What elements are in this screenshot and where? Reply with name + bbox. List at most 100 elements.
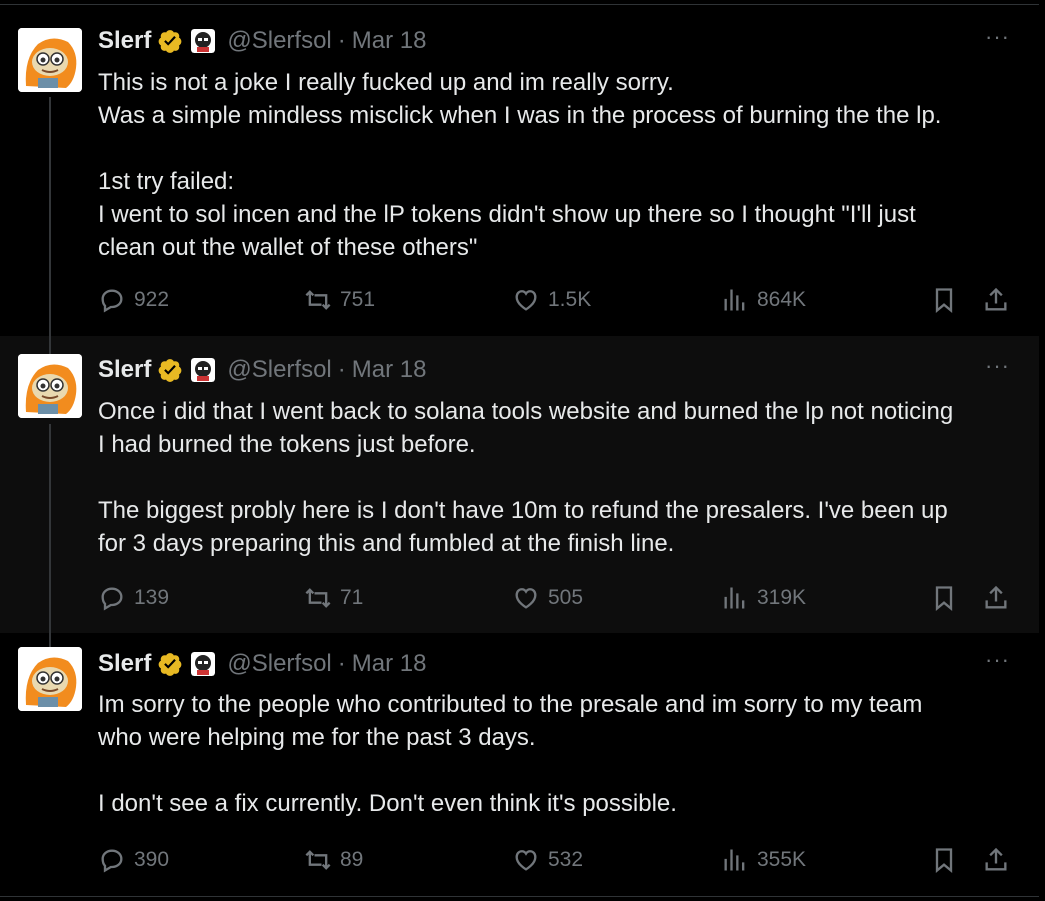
reply-button[interactable]: 139 bbox=[98, 582, 169, 614]
text-line: 1st try failed: bbox=[98, 168, 235, 195]
gold-check-icon bbox=[158, 653, 182, 676]
reply-button[interactable]: 922 bbox=[98, 284, 169, 316]
bookmark-icon bbox=[935, 586, 953, 611]
repost-button[interactable]: 89 bbox=[304, 844, 363, 876]
affiliate-badge-icon[interactable] bbox=[191, 358, 216, 382]
text-line: Im sorry to the people who contributed t… bbox=[98, 691, 923, 718]
separator: · bbox=[337, 27, 346, 54]
share-button[interactable] bbox=[982, 284, 1010, 316]
like-count: 505 bbox=[548, 586, 584, 609]
repost-count: 89 bbox=[340, 848, 364, 871]
affiliate-badge-icon[interactable] bbox=[191, 29, 216, 53]
avatar[interactable] bbox=[18, 354, 82, 418]
tweet-actions: 390 89 532 355K bbox=[98, 844, 1018, 876]
share-icon bbox=[985, 585, 1007, 609]
reply-icon bbox=[101, 587, 123, 611]
views-button[interactable]: 355K bbox=[721, 844, 806, 876]
text-line: who were helping me for the past 3 days. bbox=[98, 724, 536, 751]
more-options-icon[interactable]: ··· bbox=[985, 26, 1009, 52]
author-handle[interactable]: @Slerfsol bbox=[227, 650, 331, 678]
share-button[interactable] bbox=[982, 844, 1010, 876]
author-name[interactable]: Slerf bbox=[98, 27, 151, 55]
view-count: 355K bbox=[757, 848, 807, 871]
like-button[interactable]: 505 bbox=[512, 582, 583, 614]
tweet-3[interactable]: Slerf @Slerfsol · Mar 18 ··· Im sorry to… bbox=[0, 633, 1039, 896]
author-handle[interactable]: @Slerfsol bbox=[227, 27, 331, 55]
tweet-header: Slerf @Slerfsol · Mar 18 ··· bbox=[98, 26, 1039, 55]
text-line: clean out the wallet of these others" bbox=[98, 234, 478, 261]
heart-icon bbox=[515, 588, 537, 609]
repost-icon bbox=[305, 588, 331, 608]
tweet-2[interactable]: Slerf @Slerfsol · Mar 18 ··· Once i did … bbox=[0, 336, 1039, 633]
tweet-date[interactable]: Mar 18 bbox=[352, 356, 427, 384]
heart-icon bbox=[515, 850, 537, 871]
tweet-date[interactable]: Mar 18 bbox=[352, 27, 427, 55]
repost-icon bbox=[305, 850, 331, 870]
tweet-text: Im sorry to the people who contributed t… bbox=[98, 688, 1018, 820]
like-count: 1.5K bbox=[548, 288, 592, 311]
author-name[interactable]: Slerf bbox=[98, 650, 151, 678]
repost-button[interactable]: 751 bbox=[304, 284, 375, 316]
analytics-icon bbox=[724, 587, 745, 609]
separator: · bbox=[337, 356, 346, 383]
tweet-actions: 922 751 1.5K 864K bbox=[98, 284, 1018, 316]
text-line: The biggest probly here is I don't have … bbox=[98, 497, 948, 524]
author-handle[interactable]: @Slerfsol bbox=[227, 356, 331, 384]
tweet-header: Slerf @Slerfsol · Mar 18 ··· bbox=[98, 649, 1039, 678]
views-button[interactable]: 864K bbox=[721, 284, 806, 316]
text-line: Once i did that I went back to solana to… bbox=[98, 398, 954, 425]
tweet-header: Slerf @Slerfsol · Mar 18 ··· bbox=[98, 355, 1039, 384]
separator: · bbox=[337, 650, 346, 677]
reply-button[interactable]: 390 bbox=[98, 844, 169, 876]
more-options-icon[interactable]: ··· bbox=[985, 355, 1009, 381]
tweet-text: This is not a joke I really fucked up an… bbox=[98, 66, 1018, 264]
heart-icon bbox=[515, 290, 537, 311]
bookmark-button[interactable] bbox=[930, 582, 958, 614]
tweet-text: Once i did that I went back to solana to… bbox=[98, 395, 1018, 560]
share-button[interactable] bbox=[982, 582, 1010, 614]
tweet-actions: 139 71 505 319K bbox=[98, 582, 1018, 614]
reply-icon bbox=[101, 849, 123, 873]
reply-count: 139 bbox=[134, 586, 170, 609]
views-button[interactable]: 319K bbox=[721, 582, 806, 614]
analytics-icon bbox=[724, 849, 745, 871]
repost-icon bbox=[305, 290, 331, 310]
text-line: This is not a joke I really fucked up an… bbox=[98, 69, 674, 96]
like-button[interactable]: 532 bbox=[512, 844, 583, 876]
text-line: Was a simple mindless misclick when I wa… bbox=[98, 102, 942, 129]
more-options-icon[interactable]: ··· bbox=[985, 649, 1009, 675]
avatar[interactable] bbox=[18, 647, 82, 711]
bookmark-button[interactable] bbox=[930, 284, 958, 316]
share-icon bbox=[985, 847, 1007, 871]
text-line: I went to sol incen and the lP tokens di… bbox=[98, 201, 916, 228]
thread-page: Slerf @Slerfsol · Mar 18 ··· This is not… bbox=[0, 0, 1045, 901]
share-icon bbox=[985, 287, 1007, 311]
author-name[interactable]: Slerf bbox=[98, 356, 151, 384]
reply-icon bbox=[101, 289, 123, 313]
thread-connector bbox=[49, 97, 51, 336]
gold-check-icon bbox=[158, 30, 182, 53]
repost-button[interactable]: 71 bbox=[304, 582, 363, 614]
tweet-1[interactable]: Slerf @Slerfsol · Mar 18 ··· This is not… bbox=[0, 5, 1039, 336]
affiliate-badge-icon[interactable] bbox=[191, 652, 216, 676]
bookmark-icon bbox=[935, 288, 953, 313]
like-count: 532 bbox=[548, 848, 584, 871]
reply-count: 922 bbox=[134, 288, 170, 311]
reply-count: 390 bbox=[134, 848, 170, 871]
bottom-divider bbox=[0, 896, 1039, 897]
thread-connector bbox=[49, 336, 51, 354]
text-line: I don't see a fix currently. Don't even … bbox=[98, 790, 677, 817]
tweet-date[interactable]: Mar 18 bbox=[352, 650, 427, 678]
avatar[interactable] bbox=[18, 28, 82, 92]
repost-count: 71 bbox=[340, 586, 364, 609]
bookmark-icon bbox=[935, 848, 953, 873]
gold-check-icon bbox=[158, 359, 182, 382]
text-line: for 3 days preparing this and fumbled at… bbox=[98, 530, 675, 557]
bookmark-button[interactable] bbox=[930, 844, 958, 876]
analytics-icon bbox=[724, 289, 745, 311]
thread-connector bbox=[49, 633, 51, 647]
text-line: I had burned the tokens just before. bbox=[98, 431, 476, 458]
like-button[interactable]: 1.5K bbox=[512, 284, 591, 316]
